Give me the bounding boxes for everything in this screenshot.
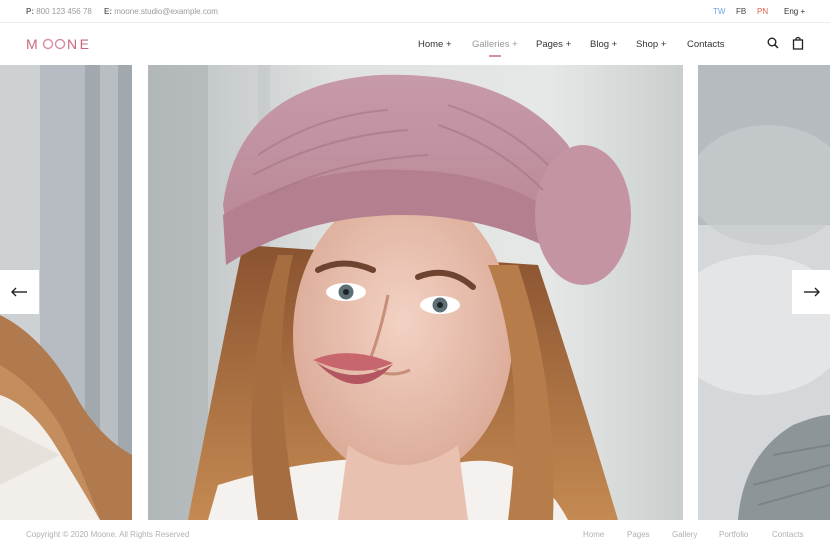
shopping-bag-icon[interactable] [791,36,805,50]
nav-galleries[interactable]: Galleries + [472,39,518,57]
arrow-left-icon [11,287,27,297]
logo-image: M NE [26,36,91,52]
pinterest-link[interactable]: PN [757,7,768,16]
phone-number: 800 123 456 78 [36,7,92,16]
language-selector[interactable]: Eng + [784,7,805,16]
nav-blog[interactable]: Blog + [590,39,617,50]
phone-prefix: P: [26,7,34,16]
footer-link-portfolio[interactable]: Portfolio [719,530,748,539]
nav-pages[interactable]: Pages + [536,39,571,50]
gallery-slider [0,65,830,520]
nav-shop[interactable]: Shop + [636,39,666,50]
facebook-link[interactable]: FB [736,7,746,16]
slider-next-button[interactable] [792,270,830,314]
main-header: M NE Home + Galleries + Pages + Blog + S… [0,23,830,65]
top-bar: P: 800 123 456 78 E: moone.studio@exampl… [0,0,830,23]
footer-link-contacts[interactable]: Contacts [772,530,804,539]
copyright-text: Copyright © 2020 Moone. All Rights Reser… [26,530,190,539]
nav-home[interactable]: Home + [418,39,452,50]
twitter-link[interactable]: TW [713,7,725,16]
email-link[interactable]: moone.studio@example.com [114,7,218,16]
email-prefix: E: [104,7,112,16]
footer-link-home[interactable]: Home [583,530,604,539]
portrait-image [148,65,683,520]
svg-text:M: M [26,36,40,52]
site-logo[interactable]: M NE [26,36,100,56]
slider-prev-button[interactable] [0,270,39,314]
gallery-slide-active[interactable] [148,65,683,520]
site-footer: Copyright © 2020 Moone. All Rights Reser… [0,520,830,548]
arrow-right-icon [804,287,820,297]
search-icon[interactable] [766,36,780,50]
footer-link-pages[interactable]: Pages [627,530,650,539]
nav-contacts[interactable]: Contacts [687,39,725,50]
footer-link-gallery[interactable]: Gallery [672,530,697,539]
phone-info: P: 800 123 456 78 [26,7,92,16]
svg-text:NE: NE [67,36,91,52]
email-info: E: moone.studio@example.com [104,7,218,16]
